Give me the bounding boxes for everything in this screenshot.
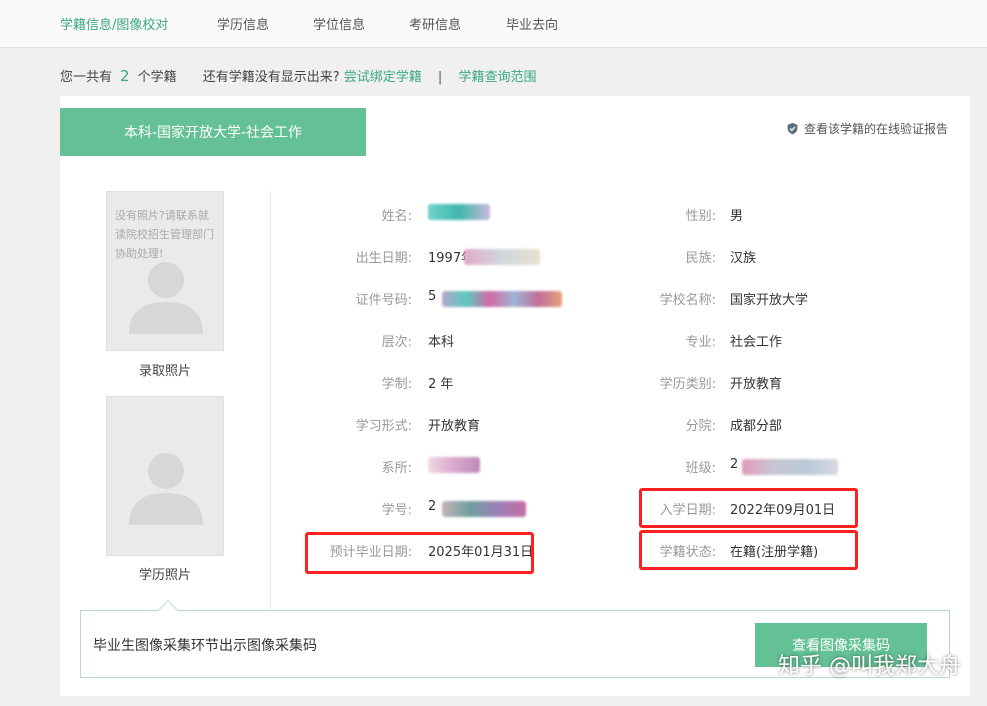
field-student-id-value: 2 (428, 499, 548, 519)
redacted-block (442, 291, 562, 307)
tab-postgrad[interactable]: 考研信息 (409, 14, 461, 33)
field-branch-label: 分院: (685, 419, 716, 434)
field-major-label: 专业: (685, 335, 716, 350)
highlight-expected-graduation (305, 532, 534, 574)
field-birthdate-label: 出生日期: (355, 251, 412, 266)
field-department-label: 系所: (381, 461, 412, 476)
tab-student-status[interactable]: 学籍信息/图像校对 (60, 14, 168, 33)
tab-graduate-destination[interactable]: 毕业去向 (506, 14, 558, 33)
avatar-placeholder-icon (129, 453, 203, 525)
redacted-block (464, 249, 540, 265)
summary-prefix: 您一共有 (60, 70, 113, 85)
field-gender-label: 性别: (685, 209, 716, 224)
field-school-name-label: 学校名称: (659, 293, 716, 308)
admission-photo: 没有照片?请联系就读院校招生管理部门协助处理! (106, 191, 224, 351)
highlight-status (639, 530, 858, 570)
field-ethnicity-label: 民族: (685, 251, 716, 266)
field-branch-value: 成都分部 (730, 419, 783, 434)
record-summary: 您一共有 2 个学籍 还有学籍没有显示出来? 尝试绑定学籍 | 学籍查询范围 (60, 66, 536, 85)
record-card: 本科-国家开放大学-社会工作 查看该学籍的在线验证报告 没有照片?请联系就读院校… (60, 96, 970, 696)
field-student-id-label: 学号: (381, 503, 412, 518)
watermark: 知乎 @叫我郑大舟 (778, 654, 961, 679)
field-school-name-value: 国家开放大学 (730, 293, 809, 308)
tab-education[interactable]: 学历信息 (217, 14, 269, 33)
summary-suffix: 个学籍 (137, 70, 177, 85)
tab-degree[interactable]: 学位信息 (313, 14, 365, 33)
avatar-placeholder-icon (129, 262, 203, 334)
summary-separator: | (437, 70, 443, 85)
admission-photo-label: 录取照片 (138, 364, 191, 379)
field-name-value (428, 204, 508, 224)
field-study-mode-value: 开放教育 (428, 419, 481, 434)
field-study-mode-label: 学习形式: (355, 419, 412, 434)
field-birthdate-value: 1997年 (428, 247, 548, 267)
diploma-photo-label: 学历照片 (138, 568, 191, 583)
highlight-enrollment-date (639, 488, 858, 528)
field-name-label: 姓名: (381, 209, 412, 224)
record-title[interactable]: 本科-国家开放大学-社会工作 (60, 108, 366, 156)
redacted-block (742, 459, 838, 475)
summary-question: 还有学籍没有显示出来? (202, 70, 340, 85)
field-duration-label: 学制: (381, 377, 412, 392)
verify-report-link[interactable]: 查看该学籍的在线验证报告 (786, 120, 948, 137)
image-code-instruction: 毕业生图像采集环节出示图像采集码 (93, 638, 317, 654)
field-education-type-value: 开放教育 (730, 377, 783, 392)
bind-record-link[interactable]: 尝试绑定学籍 (344, 70, 422, 85)
field-ethnicity-value: 汉族 (730, 251, 757, 266)
diploma-photo (106, 396, 224, 556)
field-id-number-label: 证件号码: (355, 293, 412, 308)
field-duration-value: 2 年 (428, 377, 454, 392)
redacted-block (442, 501, 526, 517)
shield-check-icon (787, 122, 798, 135)
field-id-number-value: 5 (428, 289, 568, 309)
redacted-block (428, 204, 490, 220)
field-level-label: 层次: (381, 335, 412, 350)
field-level-value: 本科 (428, 335, 455, 350)
field-class-value: 2 (730, 457, 870, 477)
field-major-value: 社会工作 (730, 335, 783, 350)
verify-report-label: 查看该学籍的在线验证报告 (803, 122, 948, 136)
field-department-value (428, 457, 508, 477)
field-education-type-label: 学历类别: (659, 377, 716, 392)
record-count: 2 (120, 67, 130, 85)
query-scope-link[interactable]: 学籍查询范围 (458, 70, 536, 85)
top-nav: 学籍信息/图像校对 学历信息 学位信息 考研信息 毕业去向 (0, 0, 987, 48)
redacted-block (428, 457, 480, 473)
column-divider (270, 191, 271, 641)
field-class-label: 班级: (685, 461, 716, 476)
field-gender-value: 男 (730, 209, 744, 224)
